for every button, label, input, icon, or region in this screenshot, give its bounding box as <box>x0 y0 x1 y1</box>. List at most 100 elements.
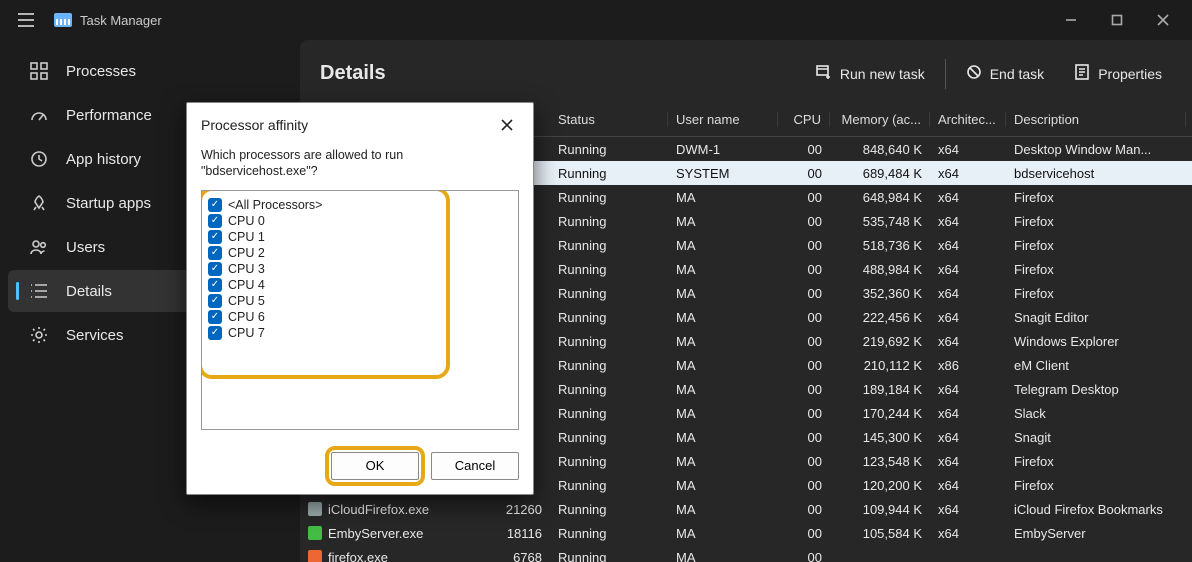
cell-desc: Windows Explorer <box>1006 334 1186 349</box>
cell-status: Running <box>550 430 668 445</box>
cell-status: Running <box>550 502 668 517</box>
cell-user: MA <box>668 286 778 301</box>
sidebar-item-label: Processes <box>66 63 136 80</box>
cell-cpu: 00 <box>778 334 830 349</box>
cpu-checkbox-row[interactable]: ✓ CPU 4 <box>206 277 514 293</box>
cell-desc: Firefox <box>1006 190 1186 205</box>
cell-mem: 689,484 K <box>830 166 930 181</box>
table-row[interactable]: firefox.exe6768RunningMA00 <box>300 545 1192 562</box>
cell-arch: x64 <box>930 430 1006 445</box>
table-row[interactable]: iCloudFirefox.exe21260RunningMA00109,944… <box>300 497 1192 521</box>
cell-arch: x64 <box>930 142 1006 157</box>
process-pid: 6768 <box>513 550 542 562</box>
cell-arch: x64 <box>930 382 1006 397</box>
sidebar-item-label: Startup apps <box>66 195 151 212</box>
page-title: Details <box>320 62 386 85</box>
cell-mem: 518,736 K <box>830 238 930 253</box>
cpu-checkbox-row[interactable]: ✓ CPU 5 <box>206 293 514 309</box>
col-user[interactable]: User name <box>668 112 778 127</box>
checkbox-checked-icon[interactable]: ✓ <box>208 246 222 260</box>
cell-desc: iCloud Firefox Bookmarks <box>1006 502 1186 517</box>
close-button[interactable] <box>1140 0 1186 40</box>
cell-arch: x86 <box>930 358 1006 373</box>
sidebar-item-label: App history <box>66 151 141 168</box>
cell-cpu: 00 <box>778 142 830 157</box>
cell-mem: 210,112 K <box>830 358 930 373</box>
cpu-label: CPU 0 <box>228 214 265 228</box>
cell-mem: 352,360 K <box>830 286 930 301</box>
cell-desc: Desktop Window Man... <box>1006 142 1186 157</box>
cell-desc: Firefox <box>1006 238 1186 253</box>
checkbox-checked-icon[interactable]: ✓ <box>208 278 222 292</box>
app-icon <box>54 13 72 27</box>
sidebar-item-processes[interactable]: Processes <box>8 50 292 92</box>
cell-user: SYSTEM <box>668 166 778 181</box>
properties-button[interactable]: Properties <box>1064 58 1172 89</box>
cpu-checkbox-row[interactable]: ✓CPU 2 <box>206 245 514 261</box>
list-icon <box>28 282 50 300</box>
process-name: iCloudFirefox.exe <box>328 502 429 517</box>
cell-cpu: 00 <box>778 478 830 493</box>
app-title: Task Manager <box>80 13 162 28</box>
cell-mem: 222,456 K <box>830 310 930 325</box>
cpu-label: CPU 4 <box>228 278 265 292</box>
cell-cpu: 00 <box>778 430 830 445</box>
cell-arch: x64 <box>930 454 1006 469</box>
minimize-button[interactable] <box>1048 0 1094 40</box>
cpu-checkbox-row[interactable]: ✓ CPU 6 <box>206 309 514 325</box>
cell-cpu: 00 <box>778 550 830 562</box>
cpu-checkbox-row[interactable]: ✓ CPU 7 <box>206 325 514 341</box>
checkbox-checked-icon[interactable]: ✓ <box>208 230 222 244</box>
maximize-button[interactable] <box>1094 0 1140 40</box>
cancel-button[interactable]: Cancel <box>431 452 519 480</box>
cell-arch: x64 <box>930 526 1006 541</box>
cell-status: Running <box>550 454 668 469</box>
gear-icon <box>28 326 50 344</box>
cell-arch: x64 <box>930 478 1006 493</box>
cpu-label: CPU 6 <box>228 310 265 324</box>
process-pid: 21260 <box>506 502 542 517</box>
end-task-button[interactable]: End task <box>956 58 1054 89</box>
checkbox-checked-icon[interactable]: ✓ <box>208 326 222 340</box>
ok-button[interactable]: OK <box>331 452 419 480</box>
cpu-checkbox-row[interactable]: ✓<All Processors> <box>206 197 514 213</box>
cell-mem: 535,748 K <box>830 214 930 229</box>
cpu-checkbox-row[interactable]: ✓CPU 3 <box>206 261 514 277</box>
cell-user: MA <box>668 310 778 325</box>
cell-status: Running <box>550 238 668 253</box>
sidebar-item-label: Users <box>66 239 105 256</box>
col-arch[interactable]: Architec... <box>930 112 1006 127</box>
cell-user: MA <box>668 238 778 253</box>
cell-status: Running <box>550 214 668 229</box>
cell-mem: 145,300 K <box>830 430 930 445</box>
col-memory[interactable]: Memory (ac... <box>830 112 930 127</box>
checkbox-checked-icon[interactable]: ✓ <box>208 294 222 308</box>
hamburger-menu-button[interactable] <box>6 0 46 40</box>
cell-desc: Firefox <box>1006 454 1186 469</box>
cell-arch: x64 <box>930 166 1006 181</box>
cpu-label: CPU 7 <box>228 326 265 340</box>
processor-affinity-dialog: Processor affinity Which processors are … <box>186 102 534 495</box>
run-new-task-button[interactable]: Run new task <box>806 58 935 89</box>
cpu-label: CPU 5 <box>228 294 265 308</box>
col-desc[interactable]: Description <box>1006 112 1186 127</box>
cell-user: MA <box>668 526 778 541</box>
gauge-icon <box>28 106 50 124</box>
rocket-icon <box>28 194 50 212</box>
cpu-checkbox-row[interactable]: ✓ CPU 0 <box>206 213 514 229</box>
checkbox-checked-icon[interactable]: ✓ <box>208 214 222 228</box>
table-row[interactable]: EmbyServer.exe18116RunningMA00105,584 Kx… <box>300 521 1192 545</box>
process-pid: 18116 <box>507 526 542 541</box>
checkbox-checked-icon[interactable]: ✓ <box>208 262 222 276</box>
checkbox-checked-icon[interactable]: ✓ <box>208 310 222 324</box>
dialog-close-button[interactable] <box>495 113 519 137</box>
cell-user: MA <box>668 502 778 517</box>
col-cpu[interactable]: CPU <box>778 112 830 127</box>
cpu-list[interactable]: ✓<All Processors>✓CPU 0✓CPU 1✓CPU 2✓CPU … <box>201 190 519 430</box>
dialog-prompt: Which processors are allowed to run "bds… <box>201 147 519 180</box>
checkbox-checked-icon[interactable]: ✓ <box>208 198 222 212</box>
cpu-checkbox-row[interactable]: ✓CPU 1 <box>206 229 514 245</box>
cell-status: Running <box>550 406 668 421</box>
col-status[interactable]: Status <box>550 112 668 127</box>
cell-arch: x64 <box>930 286 1006 301</box>
